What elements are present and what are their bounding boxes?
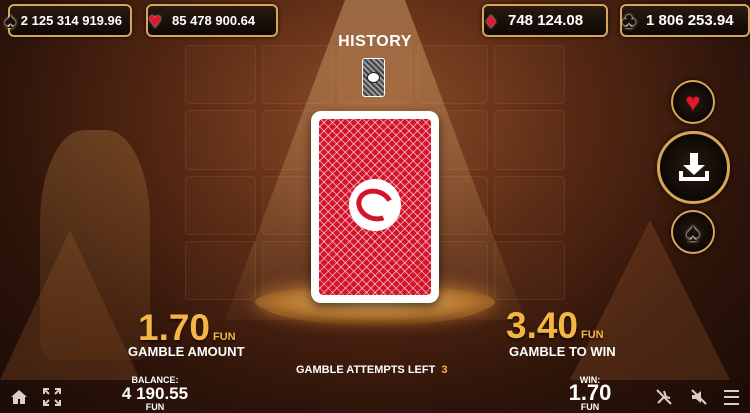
collect-button[interactable]	[657, 131, 730, 204]
gamble-attempts: GAMBLE ATTEMPTS LEFT 3	[296, 364, 447, 376]
gamble-amount-label: GAMBLE AMOUNT	[128, 344, 245, 359]
gamble-amount-value: 1.70	[138, 307, 211, 348]
logo-icon	[349, 179, 401, 231]
fullscreen-icon[interactable]	[43, 388, 61, 406]
gamble-to-win: 3.40 FUN	[506, 305, 604, 347]
gamble-to-win-value: 3.40	[506, 305, 579, 346]
heart-icon: ♥	[148, 7, 162, 33]
eye-icon	[367, 72, 380, 83]
turbo-off-icon[interactable]	[655, 388, 673, 406]
jackpot-value: 1 806 253.94	[646, 12, 734, 29]
jackpot-value: 85 478 900.64	[172, 13, 256, 28]
gamble-black-button[interactable]: ♠	[671, 210, 715, 254]
jackpot-value: 2 125 314 919.96	[20, 13, 122, 28]
gamble-amount: 1.70 FUN	[138, 307, 236, 349]
history-title: HISTORY	[338, 33, 412, 50]
balance-currency: FUN	[145, 402, 165, 412]
gamble-card	[311, 111, 439, 303]
balance-value: 4 190.55	[121, 384, 189, 403]
gamble-attempts-count: 3	[441, 364, 448, 376]
home-icon[interactable]	[10, 388, 28, 406]
history-card	[362, 58, 385, 97]
heart-icon: ♥	[685, 86, 701, 117]
spade-icon: ♠	[4, 7, 17, 33]
gamble-attempts-label: GAMBLE ATTEMPTS LEFT	[296, 364, 436, 376]
menu-icon[interactable]	[722, 388, 740, 406]
club-icon: ♣	[621, 7, 637, 33]
download-icon	[678, 152, 709, 181]
pharaoh-figure	[40, 130, 150, 360]
sound-off-icon[interactable]	[690, 388, 708, 406]
diamond-icon: ♦	[485, 7, 497, 33]
gamble-to-win-label: GAMBLE TO WIN	[509, 344, 616, 359]
win-currency: FUN	[580, 402, 600, 412]
gamble-amount-currency: FUN	[213, 331, 236, 343]
gamble-to-win-currency: FUN	[581, 329, 604, 341]
gamble-red-button[interactable]: ♥	[671, 80, 715, 124]
jackpot-value: 748 124.08	[508, 12, 584, 29]
spade-icon: ♠	[686, 216, 700, 247]
